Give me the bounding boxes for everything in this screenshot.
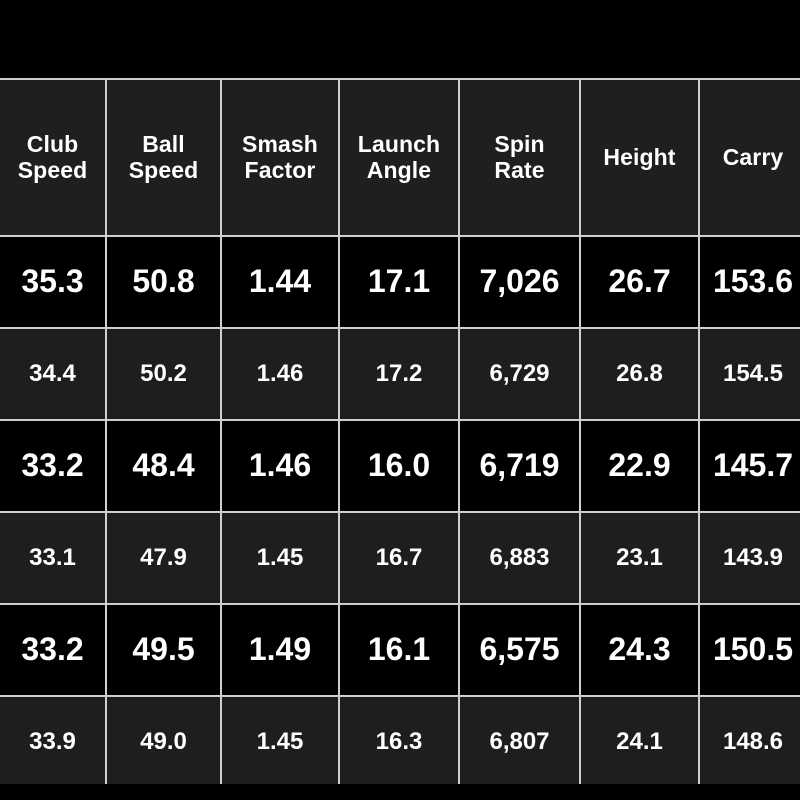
- cell-ball_speed: 48.4: [107, 421, 222, 513]
- cell-ball_speed: 50.2: [107, 329, 222, 421]
- cell-smash_factor: 1.45: [222, 697, 340, 784]
- table-header: Club Speed Ball Speed Smash Factor Launch Angle…: [0, 78, 800, 237]
- screen-root: Club Speed Ball Speed Smash Factor Launch Angle…: [0, 0, 800, 800]
- cell-ball_speed: 47.9: [107, 513, 222, 605]
- cell-smash_factor: 1.46: [222, 421, 340, 513]
- cell-height: 26.7: [581, 237, 700, 329]
- cell-height: 23.1: [581, 513, 700, 605]
- cell-carry: 143.9: [700, 513, 800, 605]
- table-row[interactable]: 33.2 49.5 1.49 16.1 6,575 24.3 150.5: [0, 605, 800, 697]
- header-row: Club Speed Ball Speed Smash Factor Launch Angle…: [0, 78, 800, 237]
- cell-spin_rate: 6,729: [460, 329, 581, 421]
- column-header-line1: Club: [26, 130, 79, 157]
- cell-carry: 148.6: [700, 697, 800, 784]
- column-header-line1: Smash: [242, 130, 318, 157]
- cell-ball_speed: 49.0: [107, 697, 222, 784]
- column-header-club_speed[interactable]: Club Speed: [0, 78, 107, 237]
- table-row[interactable]: 34.4 50.2 1.46 17.2 6,729 26.8 154.5: [0, 329, 800, 421]
- cell-launch_angle: 16.1: [340, 605, 460, 697]
- cell-smash_factor: 1.46: [222, 329, 340, 421]
- letterbox-bottom-bar: [0, 784, 800, 800]
- column-header-carry[interactable]: Carry: [700, 78, 800, 237]
- column-header-line1: Launch: [357, 130, 441, 157]
- column-header-line2: Speed: [17, 156, 88, 183]
- letterbox-top-bar: [0, 0, 800, 78]
- cell-launch_angle: 16.0: [340, 421, 460, 513]
- column-header-line1: Carry: [722, 143, 784, 170]
- cell-smash_factor: 1.45: [222, 513, 340, 605]
- column-header-line2: Speed: [128, 156, 199, 183]
- cell-height: 22.9: [581, 421, 700, 513]
- cell-spin_rate: 7,026: [460, 237, 581, 329]
- launch-monitor-shot-table: Club Speed Ball Speed Smash Factor Launch Angle…: [0, 78, 800, 784]
- cell-club_speed: 33.9: [0, 697, 107, 784]
- table-row[interactable]: 33.1 47.9 1.45 16.7 6,883 23.1 143.9: [0, 513, 800, 605]
- cell-smash_factor: 1.44: [222, 237, 340, 329]
- cell-height: 24.1: [581, 697, 700, 784]
- cell-ball_speed: 49.5: [107, 605, 222, 697]
- cell-club_speed: 33.1: [0, 513, 107, 605]
- cell-height: 26.8: [581, 329, 700, 421]
- column-header-line1: Height: [603, 143, 676, 170]
- cell-ball_speed: 50.8: [107, 237, 222, 329]
- cell-spin_rate: 6,883: [460, 513, 581, 605]
- column-header-line2: Angle: [366, 156, 432, 183]
- column-header-line1: Ball: [142, 130, 185, 157]
- column-header-ball_speed[interactable]: Ball Speed: [107, 78, 222, 237]
- column-header-line1: Spin: [494, 130, 545, 157]
- table-body: 35.3 50.8 1.44 17.1 7,026 26.7 153.6 34.4 50.2 1.…: [0, 237, 800, 784]
- table-row[interactable]: 35.3 50.8 1.44 17.1 7,026 26.7 153.6: [0, 237, 800, 329]
- column-header-spin_rate[interactable]: Spin Rate: [460, 78, 581, 237]
- column-header-height[interactable]: Height: [581, 78, 700, 237]
- cell-height: 24.3: [581, 605, 700, 697]
- cell-carry: 145.7: [700, 421, 800, 513]
- column-header-line2: Factor: [244, 156, 316, 183]
- cell-launch_angle: 16.3: [340, 697, 460, 784]
- table-row[interactable]: 33.2 48.4 1.46 16.0 6,719 22.9 145.7: [0, 421, 800, 513]
- table-row[interactable]: 33.9 49.0 1.45 16.3 6,807 24.1 148.6: [0, 697, 800, 784]
- cell-club_speed: 33.2: [0, 421, 107, 513]
- cell-carry: 153.6: [700, 237, 800, 329]
- cell-carry: 154.5: [700, 329, 800, 421]
- cell-carry: 150.5: [700, 605, 800, 697]
- table-viewport: Club Speed Ball Speed Smash Factor Launch Angle…: [0, 78, 800, 784]
- cell-launch_angle: 17.2: [340, 329, 460, 421]
- cell-smash_factor: 1.49: [222, 605, 340, 697]
- cell-launch_angle: 17.1: [340, 237, 460, 329]
- cell-spin_rate: 6,719: [460, 421, 581, 513]
- column-header-smash_factor[interactable]: Smash Factor: [222, 78, 340, 237]
- cell-club_speed: 34.4: [0, 329, 107, 421]
- cell-spin_rate: 6,575: [460, 605, 581, 697]
- column-header-launch_angle[interactable]: Launch Angle: [340, 78, 460, 237]
- cell-launch_angle: 16.7: [340, 513, 460, 605]
- cell-spin_rate: 6,807: [460, 697, 581, 784]
- cell-club_speed: 35.3: [0, 237, 107, 329]
- column-header-line2: Rate: [494, 156, 545, 183]
- cell-club_speed: 33.2: [0, 605, 107, 697]
